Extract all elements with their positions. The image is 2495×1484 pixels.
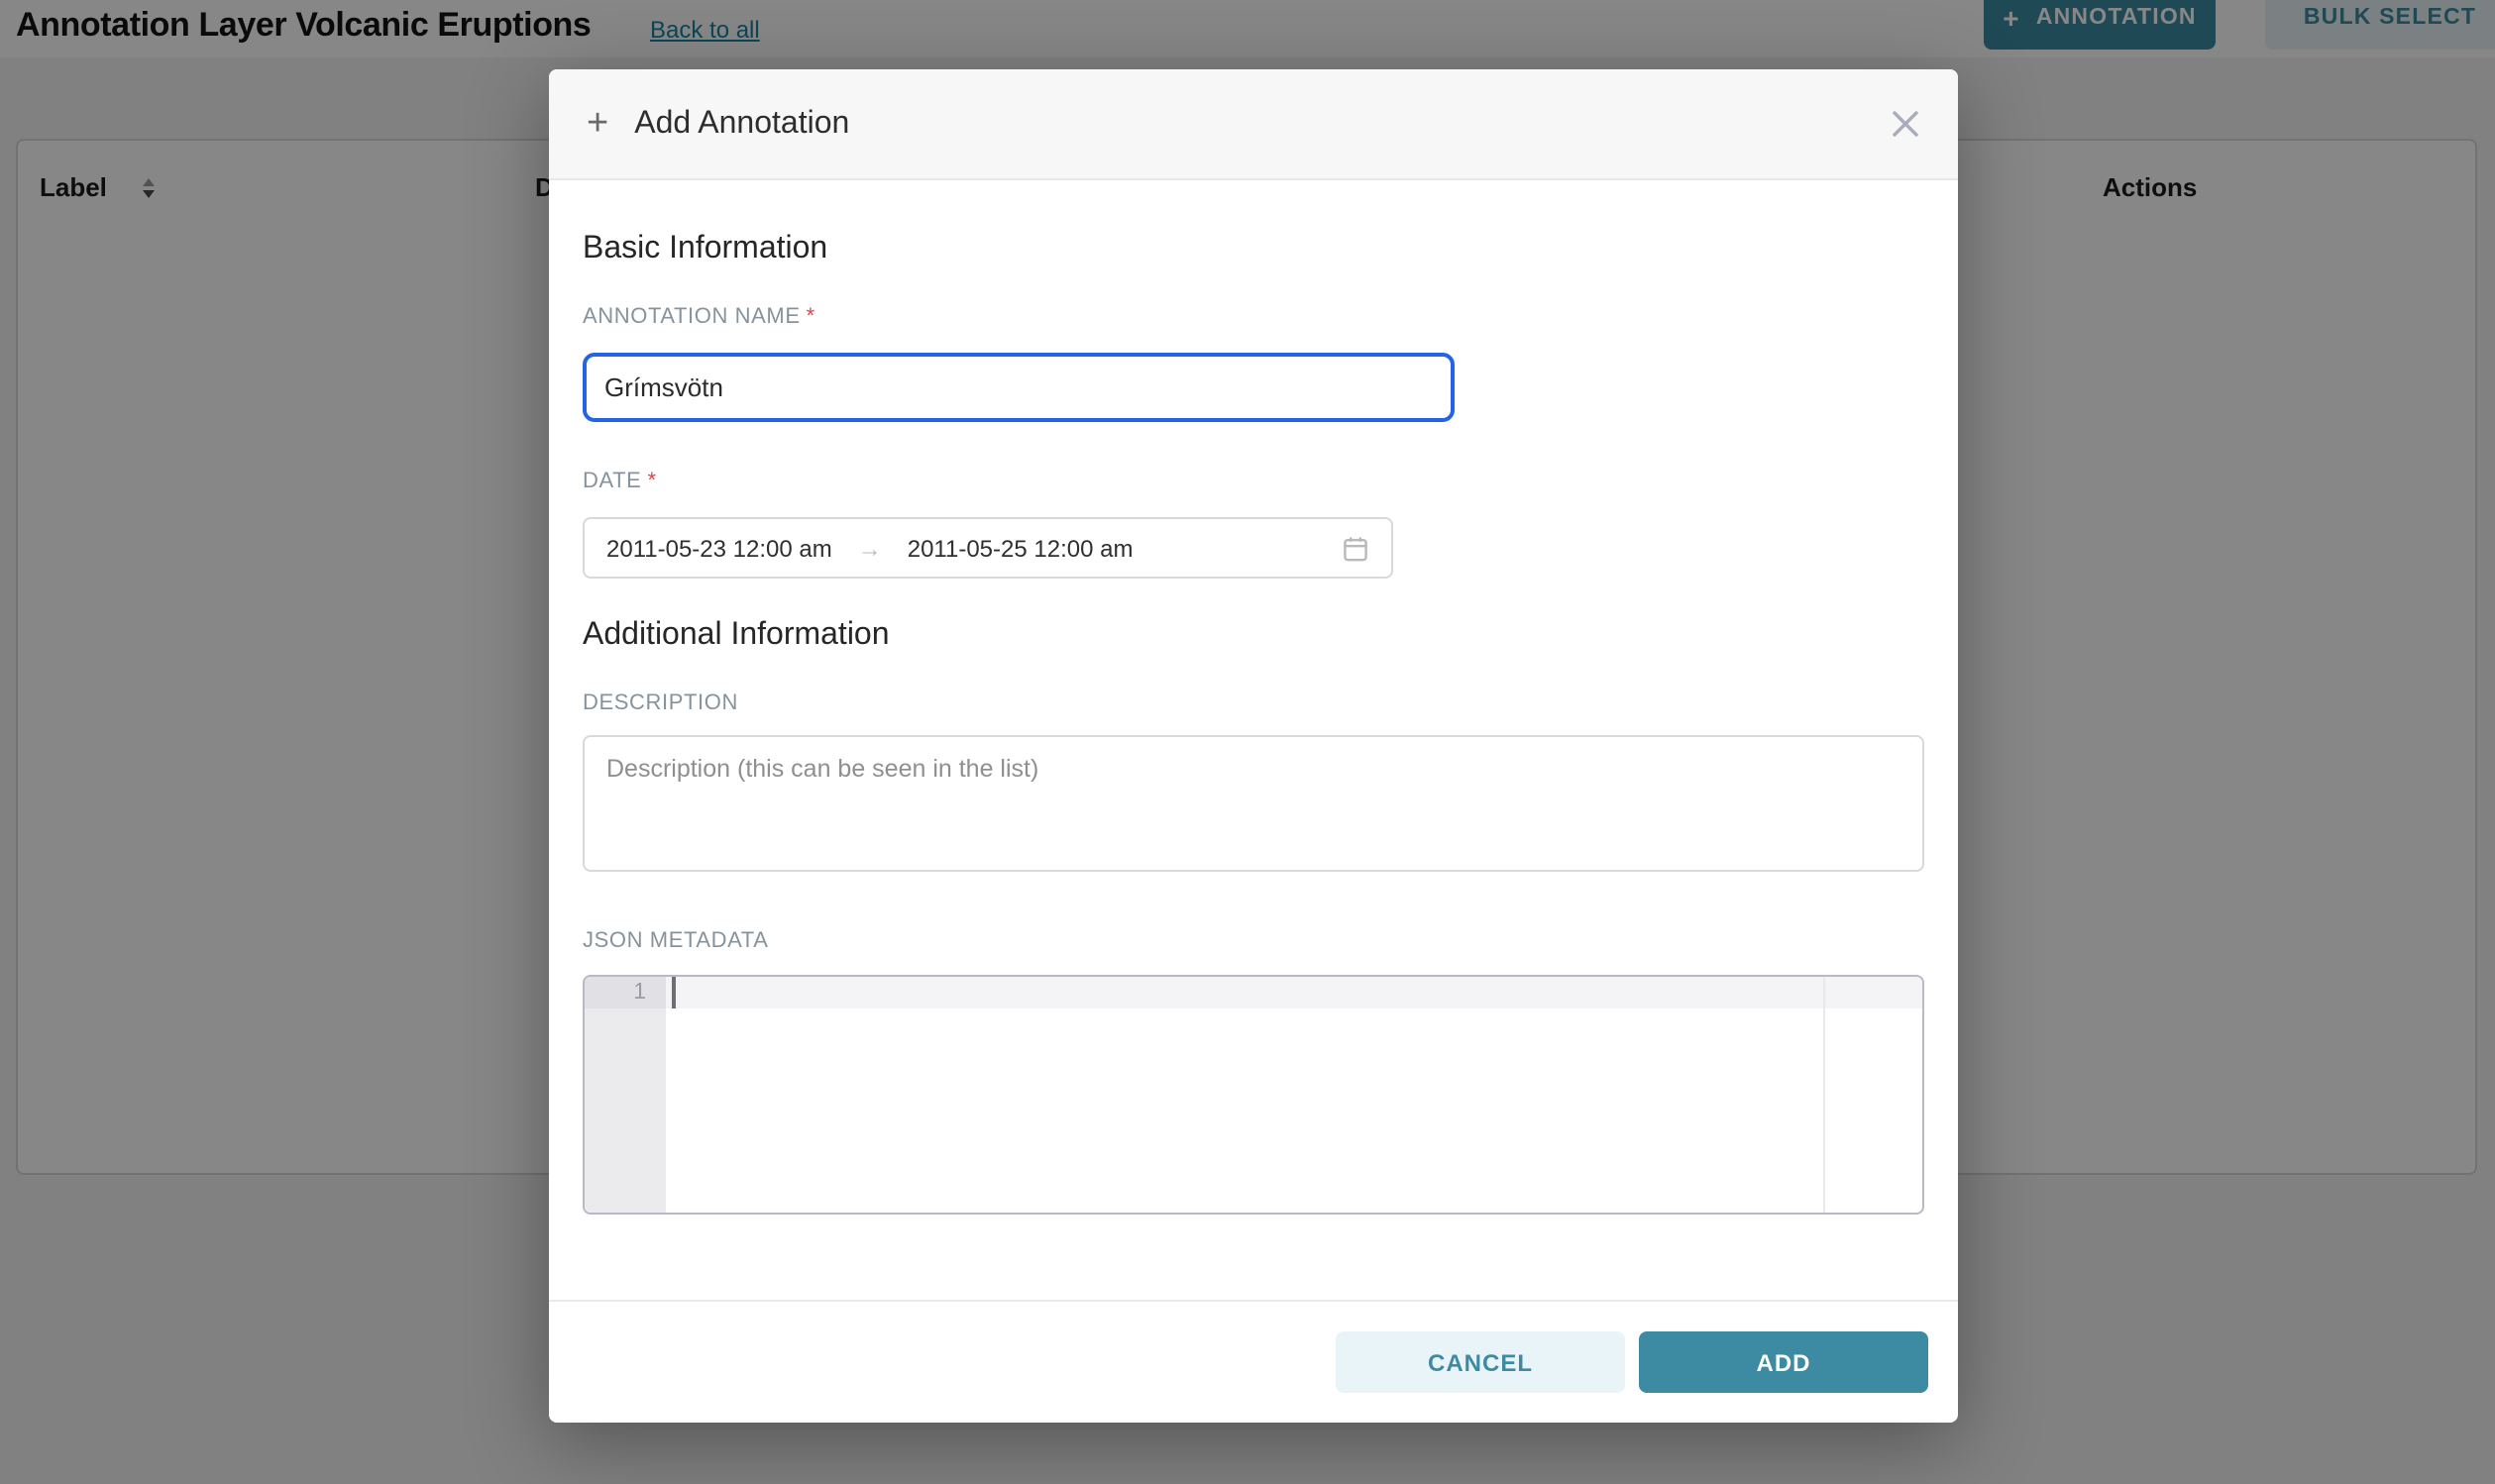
json-metadata-label: JSON METADATA (583, 929, 1924, 955)
modal-body: Basic Information ANNOTATION NAME* DATE*… (549, 180, 1958, 1300)
editor-print-margin (1823, 977, 1825, 1213)
section-basic-information: Basic Information (583, 232, 1924, 267)
screen: Annotation Layer Volcanic Eruptions Back… (0, 0, 2495, 1484)
date-start-value[interactable]: 2011-05-23 12:00 am (606, 534, 832, 562)
annotation-name-label-text: ANNOTATION NAME (583, 305, 801, 329)
editor-gutter (585, 977, 666, 1213)
description-label: DESCRIPTION (583, 691, 1924, 717)
add-annotation-modal: + Add Annotation Basic Information ANNOT… (549, 69, 1958, 1423)
description-textarea[interactable] (583, 735, 1924, 872)
close-icon[interactable] (1891, 109, 1920, 139)
modal-header: + Add Annotation (549, 69, 1958, 180)
plus-icon: + (587, 105, 608, 143)
cancel-button[interactable]: CANCEL (1336, 1331, 1625, 1393)
calendar-icon (1342, 534, 1369, 562)
annotation-name-input[interactable] (583, 353, 1455, 422)
date-end-value[interactable]: 2011-05-25 12:00 am (908, 534, 1134, 562)
required-marker: * (647, 470, 656, 493)
json-metadata-editor[interactable]: 1 (583, 975, 1924, 1215)
modal-title: Add Annotation (634, 106, 849, 142)
section-additional-information: Additional Information (583, 618, 1924, 654)
editor-cursor (672, 977, 676, 1008)
arrow-right-icon: → (858, 534, 882, 562)
add-button[interactable]: ADD (1639, 1331, 1928, 1393)
modal-footer: CANCEL ADD (549, 1300, 1958, 1423)
annotation-name-label: ANNOTATION NAME* (583, 305, 1924, 331)
date-range-picker[interactable]: 2011-05-23 12:00 am → 2011-05-25 12:00 a… (583, 517, 1393, 579)
date-label-text: DATE (583, 470, 641, 493)
required-marker: * (807, 305, 815, 329)
date-label: DATE * (583, 470, 1924, 495)
editor-active-line (666, 977, 1922, 1008)
editor-line-number: 1 (585, 977, 666, 1008)
